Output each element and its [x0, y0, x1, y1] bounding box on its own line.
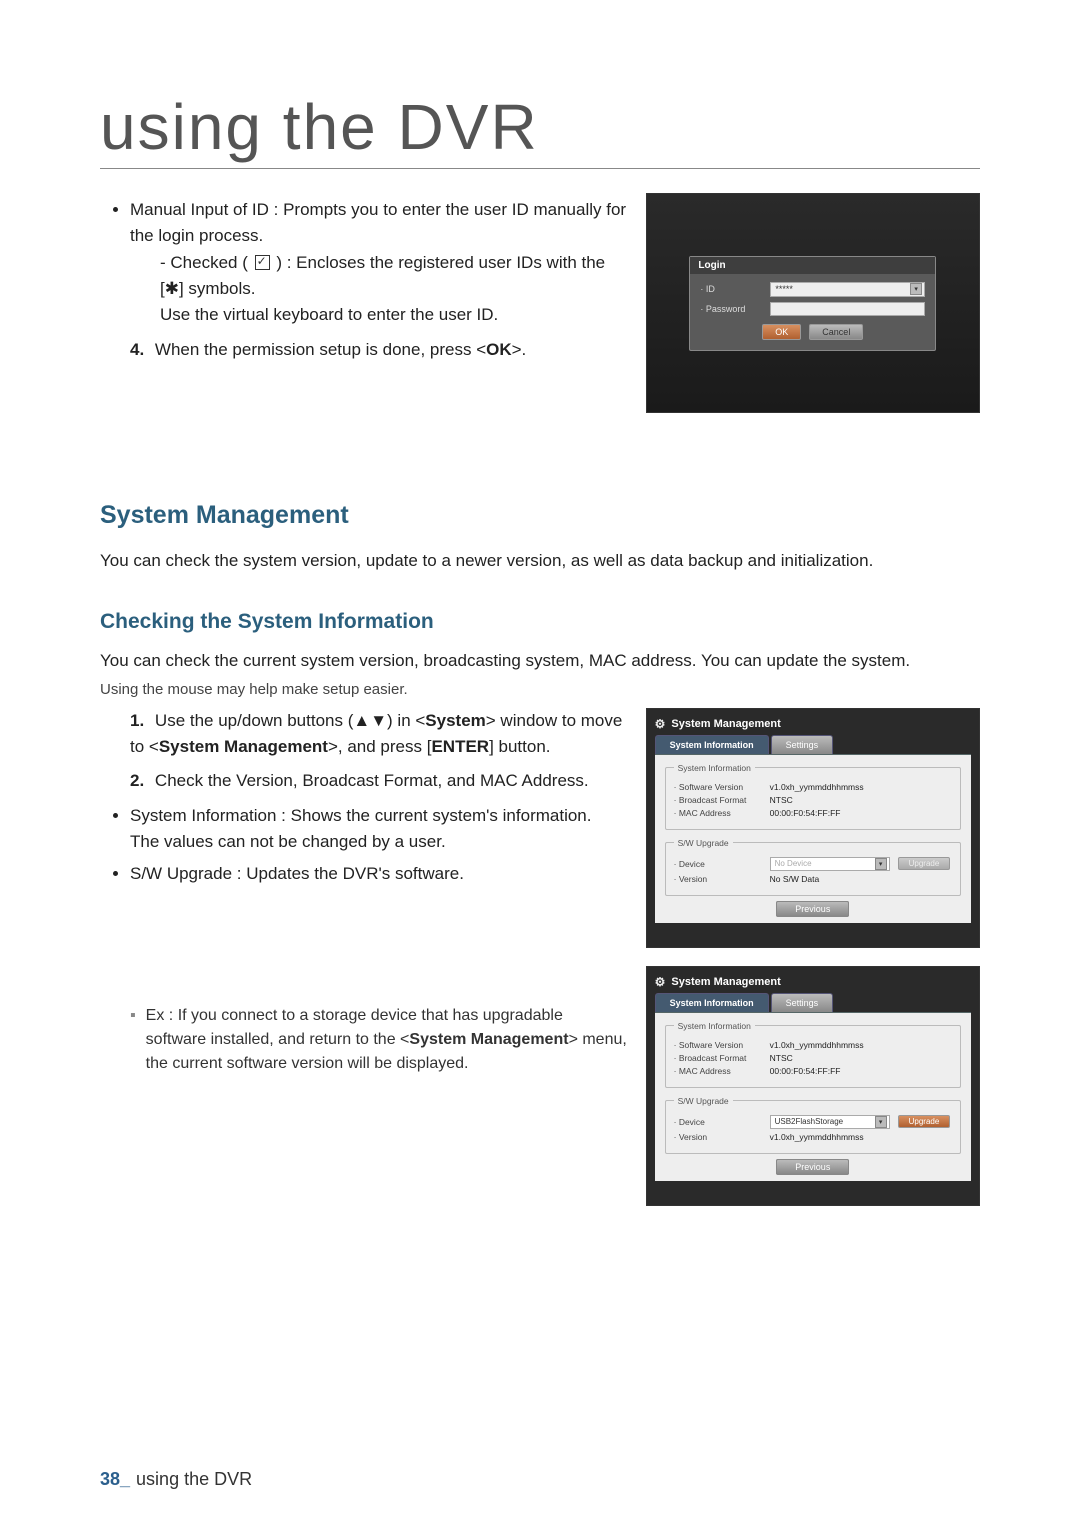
ex-sysmgmt: System Management: [409, 1031, 568, 1048]
mac-address-label: MAC Address: [674, 808, 770, 818]
sw-version-value: v1.0xh_yymmddhhmmss: [770, 1040, 864, 1050]
sw-version-label: Software Version: [674, 782, 770, 792]
login-cancel-button[interactable]: Cancel: [809, 324, 863, 340]
device-label: Device: [674, 859, 770, 869]
mac-address-value: 00:00:F0:54:FF:FF: [770, 808, 841, 818]
chevron-down-icon[interactable]: ▾: [910, 283, 922, 295]
sw-version-value: v1.0xh_yymmddhhmmss: [770, 782, 864, 792]
chevron-down-icon[interactable]: ▾: [875, 1116, 887, 1128]
previous-button[interactable]: Previous: [776, 1159, 849, 1175]
gear-icon: [655, 717, 666, 731]
chevron-down-icon[interactable]: ▾: [875, 858, 887, 870]
sub-use-virtual: Use the virtual keyboard to enter the us…: [160, 305, 498, 324]
step-4-a: When the permission setup is done, press…: [155, 340, 486, 359]
bullet-manual-input: Manual Input of ID : Prompts you to ente…: [130, 197, 628, 329]
gear-icon: [655, 975, 666, 989]
step-4-num: 4.: [130, 340, 144, 359]
upgrade-button[interactable]: Upgrade: [898, 1115, 951, 1128]
broadcast-format-label: Broadcast Format: [674, 1053, 770, 1063]
page-footer: 38_ using the DVR: [100, 1469, 252, 1490]
ex-label: Ex :: [146, 1007, 174, 1024]
step-4: 4. When the permission setup is done, pr…: [130, 337, 628, 363]
sw-version-label: Software Version: [674, 1040, 770, 1050]
step-4-b: >.: [512, 340, 527, 359]
page-title: using the DVR: [100, 90, 980, 169]
sub-checked-prefix: Checked (: [170, 253, 252, 272]
sysmgmt-title: System Management: [671, 718, 780, 730]
group-system-information: System Information: [674, 763, 755, 773]
device-select[interactable]: No Device ▾: [770, 857, 890, 871]
p-checking: You can check the current system version…: [100, 648, 980, 674]
step-1-c: >, and press [: [328, 737, 431, 756]
bullet-sw-upgrade: S/W Upgrade : Updates the DVR's software…: [130, 861, 628, 887]
sub-checked: Checked ( ) : Encloses the registered us…: [160, 250, 628, 329]
broadcast-format-label: Broadcast Format: [674, 795, 770, 805]
step-1-d: ] button.: [489, 737, 550, 756]
login-id-value: *****: [775, 284, 793, 294]
step-2-text: Check the Version, Broadcast Format, and…: [155, 771, 589, 790]
heading-checking-system-info: Checking the System Information: [100, 610, 980, 634]
previous-button[interactable]: Previous: [776, 901, 849, 917]
tab-settings[interactable]: Settings: [771, 735, 834, 754]
login-ok-button[interactable]: OK: [762, 324, 801, 340]
upgrade-version-value: v1.0xh_yymmddhhmmss: [770, 1132, 864, 1142]
p-system-mgmt: You can check the system version, update…: [100, 548, 980, 574]
example-note: ▪ Ex : If you connect to a storage devic…: [130, 1004, 628, 1076]
sysmgmt-screenshot-usb: System Management System Information Set…: [646, 966, 980, 1206]
tab-system-information[interactable]: System Information: [655, 993, 769, 1012]
heading-system-management: System Management: [100, 501, 980, 530]
step-1-sysmgmt: System Management: [159, 737, 328, 756]
tab-system-information[interactable]: System Information: [655, 735, 769, 754]
broadcast-format-value: NTSC: [770, 1053, 793, 1063]
group-sw-upgrade: S/W Upgrade: [674, 838, 733, 848]
device-label: Device: [674, 1117, 770, 1127]
page-number: 38_: [100, 1469, 130, 1489]
login-id-select[interactable]: ***** ▾: [770, 282, 925, 297]
step-1-enter: ENTER: [431, 737, 489, 756]
login-screenshot: Login ID ***** ▾ Password OK: [646, 193, 980, 413]
tab-settings[interactable]: Settings: [771, 993, 834, 1012]
step-2-num: 2.: [130, 771, 144, 790]
upgrade-version-value: No S/W Data: [770, 874, 820, 884]
step-2: 2. Check the Version, Broadcast Format, …: [130, 768, 628, 794]
login-pw-label: Password: [700, 304, 770, 314]
square-bullet-icon: ▪: [130, 1004, 136, 1076]
p-mouse-hint: Using the mouse may help make setup easi…: [100, 681, 980, 698]
group-system-information: System Information: [674, 1021, 755, 1031]
login-title: Login: [690, 257, 935, 274]
bullet-manual-input-text: Manual Input of ID : Prompts you to ente…: [130, 200, 626, 245]
broadcast-format-value: NTSC: [770, 795, 793, 805]
step-4-ok: OK: [486, 340, 512, 359]
bullet-sysinfo-text: System Information : Shows the current s…: [130, 806, 591, 825]
mac-address-value: 00:00:F0:54:FF:FF: [770, 1066, 841, 1076]
upgrade-button[interactable]: Upgrade: [898, 857, 951, 870]
device-select[interactable]: USB2FlashStorage ▾: [770, 1115, 890, 1129]
step-1-num: 1.: [130, 711, 144, 730]
intro-text-column: Manual Input of ID : Prompts you to ente…: [100, 193, 628, 371]
sysmgmt-title: System Management: [671, 976, 780, 988]
login-pw-input[interactable]: [770, 302, 925, 316]
step-1-system: System: [425, 711, 485, 730]
bullet-system-information: System Information : Shows the current s…: [130, 803, 628, 856]
device-select-value: USB2FlashStorage: [775, 1117, 843, 1126]
device-select-value: No Device: [775, 859, 812, 868]
upgrade-version-label: Version: [674, 874, 770, 884]
bullet-sysinfo-sub: The values can not be changed by a user.: [130, 832, 446, 851]
login-id-label: ID: [700, 284, 770, 294]
sysmgmt-screenshot-no-device: System Management System Information Set…: [646, 708, 980, 948]
upgrade-version-label: Version: [674, 1132, 770, 1142]
checkbox-icon: [255, 255, 270, 270]
mac-address-label: MAC Address: [674, 1066, 770, 1076]
step-1: 1. Use the up/down buttons (▲▼) in <Syst…: [130, 708, 628, 761]
footer-text: using the DVR: [136, 1469, 252, 1489]
group-sw-upgrade: S/W Upgrade: [674, 1096, 733, 1106]
step-1-a: Use the up/down buttons (▲▼) in <: [155, 711, 425, 730]
